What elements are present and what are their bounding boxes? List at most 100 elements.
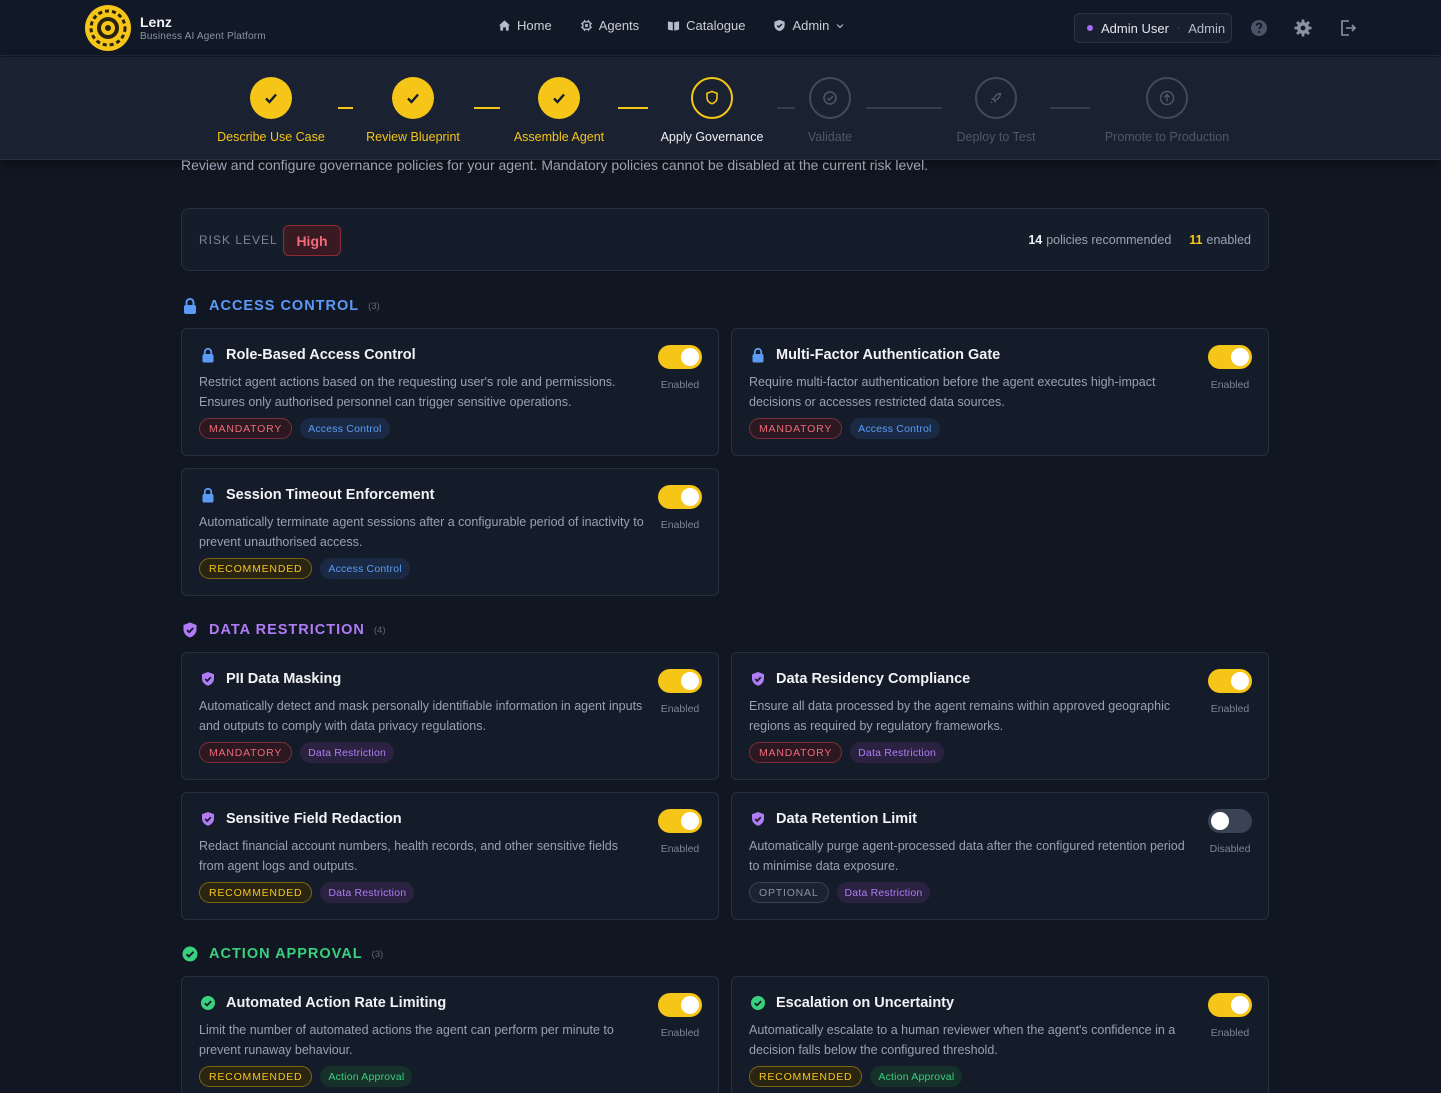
step-connector [618,107,648,109]
chip-icon [580,19,592,32]
step-apply-governance[interactable]: Apply Governance [652,77,772,144]
step-circle [691,77,733,119]
nav-catalogue[interactable]: Catalogue [667,18,745,33]
arrow-up-circle-icon [1159,90,1175,106]
policy-card: Data Retention Limit Automatically purge… [731,792,1269,920]
step-label: Deploy to Test [956,130,1036,144]
policy-title: Data Retention Limit [776,811,917,827]
policy-toggle[interactable] [1208,345,1252,369]
step-circle [250,77,292,119]
step-label: Describe Use Case [217,130,325,144]
section-count: (3) [371,948,384,960]
policy-description: Limit the number of automated actions th… [199,1023,614,1057]
toggle-knob [1231,672,1249,690]
check-icon [553,93,565,104]
policy-description: Automatically detect and mask personally… [199,699,643,733]
policy-toggle[interactable] [658,485,702,509]
step-validate[interactable]: Validate [780,77,880,144]
nav-home[interactable]: Home [498,18,552,33]
policy-toggle[interactable] [658,345,702,369]
policy-state-label: Enabled [660,843,700,855]
nav-agents[interactable]: Agents [580,18,639,33]
toggle-knob [681,672,699,690]
policy-category-tag: Data Restriction [320,882,415,903]
policy-level-badge: RECOMMENDED [199,558,313,579]
shield-check-icon [202,812,214,826]
policy-toggle[interactable] [1208,669,1252,693]
nav-home-label: Home [517,18,552,33]
step-connector [474,107,500,109]
toggle-knob [681,348,699,366]
shield-check-icon [752,672,764,686]
help-icon[interactable] [1249,18,1269,38]
check-icon [265,93,277,104]
policy-stats: 14 policies recommended 11 enabled [1028,233,1251,247]
top-navbar: Lenz Business AI Agent Platform Home Age… [0,0,1441,56]
shield-icon [774,19,786,32]
gear-icon[interactable] [1293,18,1313,38]
book-icon [668,21,680,31]
policy-description: Automatically escalate to a human review… [749,1023,1176,1057]
main-nav: Home Agents Catalogue Admin [498,18,845,33]
policy-toggle[interactable] [658,993,702,1017]
section-title: ACTION APPROVAL [209,946,363,962]
user-menu[interactable]: Admin User · Admin [1074,13,1232,43]
section-action-approval: ACTION APPROVAL (3) [181,945,383,963]
policy-category-tag: Access Control [300,418,390,439]
policy-description: Require multi-factor authentication befo… [749,375,1156,409]
logout-icon[interactable] [1338,18,1358,38]
policy-state-label: Disabled [1209,843,1251,855]
rocket-icon [990,92,1002,104]
step-label: Apply Governance [660,130,764,144]
policy-card: Session Timeout Enforcement Automaticall… [181,468,719,596]
policy-description: Redact financial account numbers, health… [199,839,618,873]
enabled-text: enabled [1206,233,1252,247]
toggle-knob [681,812,699,830]
policy-toggle[interactable] [658,669,702,693]
step-circle [975,77,1017,119]
policy-card: Role-Based Access Control Restrict agent… [181,328,719,456]
policy-category-tag: Action Approval [320,1066,413,1087]
toggle-knob [681,488,699,506]
nav-admin[interactable]: Admin [773,18,845,33]
brand-name: Lenz [140,14,172,30]
step-circle [538,77,580,119]
page-intro: Review and configure governance policies… [181,157,929,173]
policy-title: Escalation on Uncertainty [776,995,955,1011]
section-title: ACCESS CONTROL [209,298,360,314]
toggle-knob [1231,348,1249,366]
policy-card: Automated Action Rate Limiting Limit the… [181,976,719,1093]
check-circle-icon [201,996,215,1010]
policy-level-badge: MANDATORY [199,742,293,763]
policy-level-badge: MANDATORY [749,742,843,763]
policy-toggle[interactable] [658,809,702,833]
policy-state-label: Enabled [1210,379,1250,391]
risk-summary: RISK LEVEL High 14 policies recommended … [181,208,1269,271]
policy-state-label: Enabled [660,519,700,531]
step-connector [338,107,353,109]
step-describe-use-case[interactable]: Describe Use Case [216,77,326,144]
lenz-logo-icon[interactable] [85,5,131,51]
policy-toggle[interactable] [1208,993,1252,1017]
policy-description: Automatically terminate agent sessions a… [199,515,644,549]
policy-title: Role-Based Access Control [226,347,416,363]
policy-card: Multi-Factor Authentication Gate Require… [731,328,1269,456]
toggle-knob [681,996,699,1014]
recommended-count: 14 [1028,233,1043,247]
step-review-blueprint[interactable]: Review Blueprint [358,77,468,144]
policy-state-label: Enabled [660,1027,700,1039]
step-circle [809,77,851,119]
toggle-knob [1211,812,1229,830]
risk-level-label: RISK LEVEL [199,233,278,247]
policy-toggle[interactable] [1208,809,1252,833]
policy-title: Automated Action Rate Limiting [226,995,447,1011]
policy-level-badge: MANDATORY [749,418,843,439]
step-deploy-to-test[interactable]: Deploy to Test [941,77,1051,144]
step-promote-to-production[interactable]: Promote to Production [1097,77,1237,144]
section-title: DATA RESTRICTION [209,622,365,638]
policy-state-label: Enabled [1210,703,1250,715]
step-assemble-agent[interactable]: Assemble Agent [504,77,614,144]
policy-level-badge: RECOMMENDED [199,1066,313,1087]
shield-check-icon [183,622,197,638]
check-circle-icon [823,91,837,105]
